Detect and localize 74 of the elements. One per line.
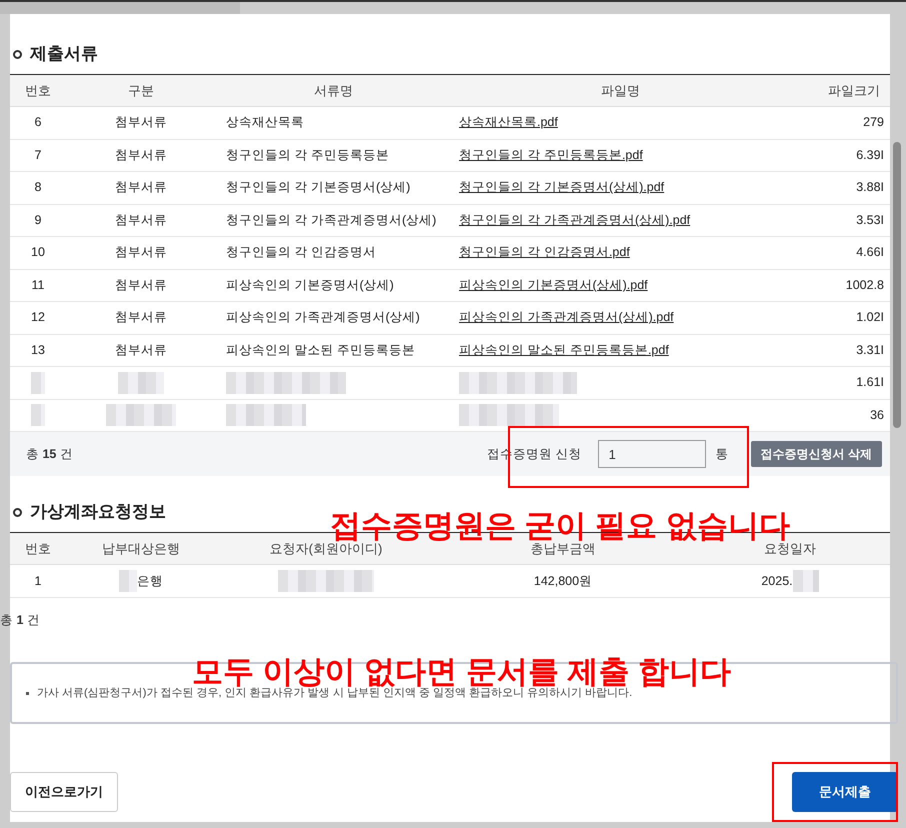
table-cell-text: 8 [34,179,42,196]
file-link[interactable]: 상속재산목록.pdf [451,113,558,132]
table-cell-text: 청구인들의 각 인감증명서 [225,244,377,262]
table-cell-text: 은행 [137,572,163,590]
total-count: 총 15 건 [26,446,73,463]
table-cell-text: 9 [34,212,42,229]
column-header: 번호 [25,82,51,100]
redacted-block [106,404,176,426]
section-title: 제출서류 [30,43,98,66]
table-cell-text: 1002.8 [846,276,885,294]
column-header: 구분 [128,82,154,100]
notice-text: 가사 서류(심판청구서)가 접수된 경우, 인지 환급사유가 발생 시 납부된 인지액 중 일정액 환급하오니 유의하시기 바랍니다. [37,686,632,701]
file-link[interactable]: 청구인들의 각 인감증명서.pdf [451,243,630,262]
table-cell-text: 첨부서류 [115,114,167,132]
annotation-text: 모두 이상이 없다면 문서를 제출 합니다 [192,656,732,687]
section-title: 가상계좌요청정보 [30,501,166,524]
table-cell-text: 4.66I [856,244,885,262]
column-header: 서류명 [314,82,353,100]
table-cell-text: 3.88I [856,179,885,196]
redacted-block [119,570,137,592]
table-cell-text: 279 [863,114,885,132]
table-cell-text: 피상속인의 말소된 주민등록등본 [225,342,416,359]
table-cell-text: 1 [34,572,42,590]
table-cell-text: 11 [32,276,44,294]
file-link[interactable]: 청구인들의 각 가족관계증명서(상세).pdf [451,210,690,230]
ring-bullet-icon [13,508,22,516]
column-header: 파일명 [601,82,640,100]
table-cell-text: 청구인들의 각 주민등록등본 [225,146,390,164]
table-cell-text: 6.39I [856,146,885,164]
back-button[interactable]: 이전으로가기 [10,772,118,812]
table-cell-text: 첨부서류 [115,244,167,262]
table-cell-text: 10 [31,244,45,262]
ring-bullet-icon [13,50,22,58]
redacted-block [792,570,819,592]
table-cell-text: 1.02I [856,309,885,326]
table-cell-text: 첨부서류 [115,342,167,359]
table-cell-text: 3.31I [856,342,885,359]
file-link[interactable]: 피상속인의 가족관계증명서(상세).pdf [451,308,674,328]
column-header: 총납부금액 [530,540,596,558]
total-count: 총 1 건 [0,612,40,629]
column-header: 번호 [25,540,51,558]
table-cell-text: 142,800원 [534,572,592,590]
redacted-block [118,372,164,394]
table-cell-text: 3.53I [856,212,885,229]
file-link[interactable]: 청구인들의 각 주민등록등본.pdf [451,146,643,165]
delete-button[interactable]: 접수증명신청서 삭제 [750,441,882,467]
unit-label: 통 [716,446,729,463]
table-cell-text: 첨부서류 [115,179,167,196]
bullet-icon [26,692,29,694]
table-cell-text: 피상속인의 가족관계증명서(상세) [225,309,421,326]
table-cell-text: 12 [31,309,45,326]
table-cell-text: 첨부서류 [115,212,167,229]
quantity-field[interactable]: 1 [598,440,706,468]
file-link[interactable]: 피상속인의 말소된 주민등록등본.pdf [451,340,669,360]
table-cell-text: 2025. [761,572,793,590]
file-link[interactable]: 청구인들의 각 기본증명서(상세).pdf [451,178,664,198]
table-cell-text: 상속재산목록 [225,114,305,132]
file-link[interactable]: 피상속인의 기본증명서(상세).pdf [451,276,648,295]
table-cell-text: 첨부서류 [115,309,167,326]
table-cell-text: 피상속인의 기본증명서(상세) [225,276,395,294]
table-cell-text: 첨부서류 [115,146,167,164]
submit-button[interactable]: 문서제출 [792,772,898,812]
table-cell-text: 7 [34,146,42,164]
table-cell-text: 청구인들의 각 가족관계증명서(상세) [225,212,438,229]
table-cell-text: 청구인들의 각 기본증명서(상세) [225,179,412,196]
table-cell-text: 13 [31,342,45,359]
table-cell-text: 첨부서류 [115,276,167,294]
column-header: 납부대상은행 [102,540,180,558]
column-header: 요청자(회원아이디) [270,540,382,558]
table-cell-text: 1.61I [856,374,885,392]
column-header: 요청일자 [764,540,816,558]
table-cell-text: 6 [34,114,42,132]
table-cell-text: 36 [870,406,885,424]
column-header: 파일크기 [828,82,881,100]
